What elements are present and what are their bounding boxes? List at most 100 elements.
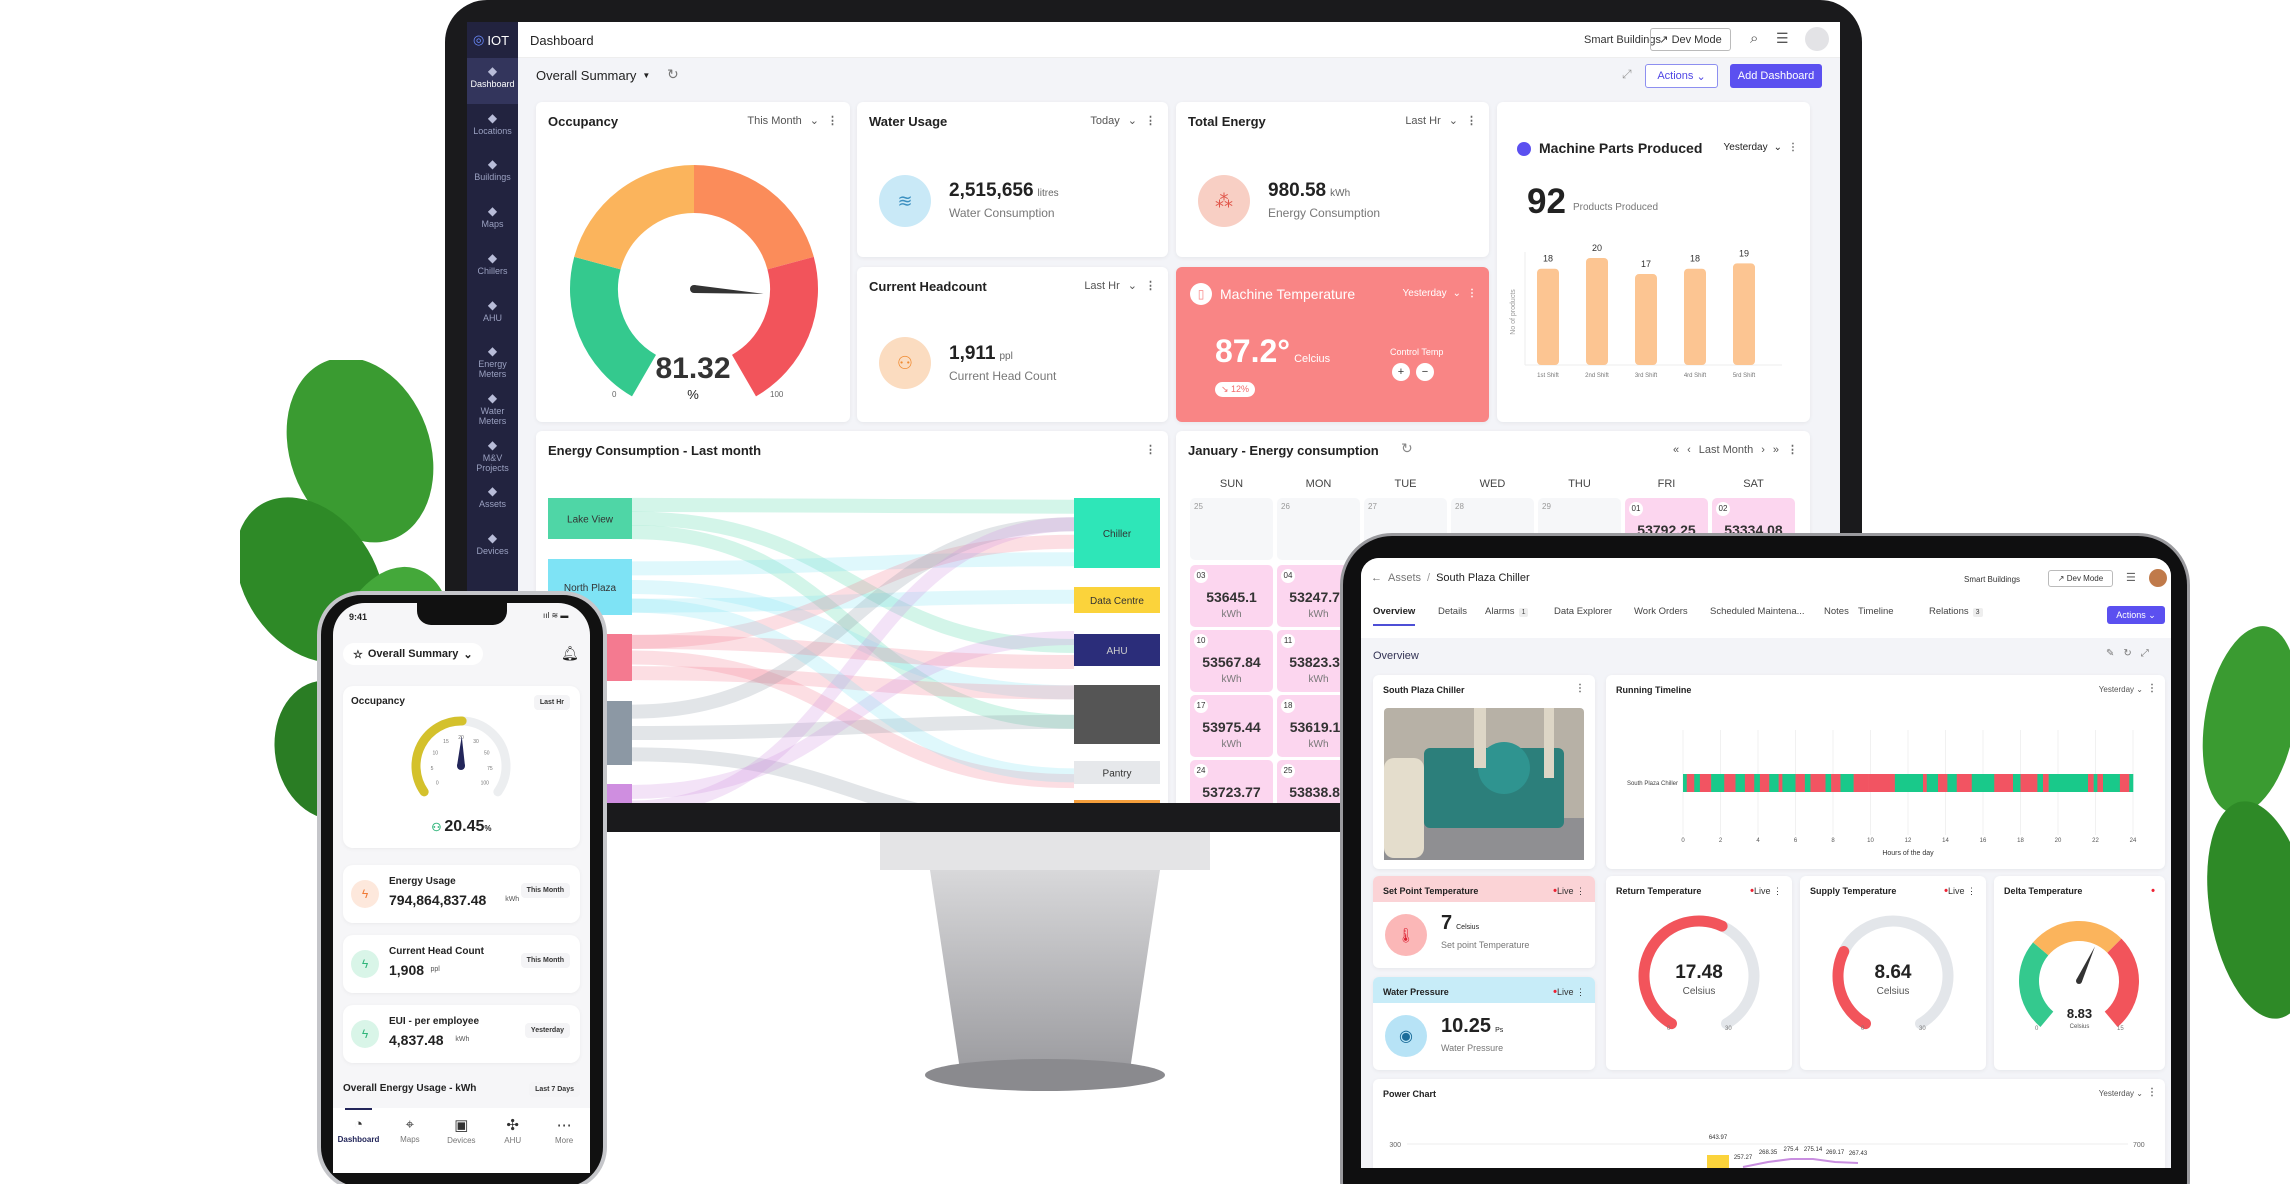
sidebar-item-m-v-projects[interactable]: ◆ M&V Projects xyxy=(467,432,518,478)
tab-label: Relations xyxy=(1929,606,1969,617)
pressure-value: 10.25 xyxy=(1441,1015,1492,1037)
actions-button[interactable]: Actions ⌄ xyxy=(2107,606,2165,624)
sidebar-item-water-meters[interactable]: ◆ Water Meters xyxy=(467,385,518,431)
period-pill[interactable]: Yesterday xyxy=(524,1023,570,1038)
last-page-icon[interactable]: » xyxy=(1773,444,1779,456)
tab-notes[interactable]: Notes xyxy=(1824,606,1849,617)
day-energy-value: 53975.44 xyxy=(1202,719,1261,735)
period-dropdown[interactable]: Today xyxy=(1090,115,1119,127)
calendar-day-cell[interactable]: 2453723.77kWh xyxy=(1190,760,1273,803)
more-icon[interactable]: ⋮ xyxy=(1467,288,1477,299)
summary-dropdown[interactable]: ☆ Overall Summary ⌄ xyxy=(343,643,483,665)
bell-icon[interactable]: 🔔︎ xyxy=(561,645,579,662)
nav-more[interactable]: ⋯ More xyxy=(539,1116,590,1145)
timeline-segment xyxy=(1947,774,1958,792)
timeline-segment xyxy=(1754,774,1761,792)
sidebar-item-assets[interactable]: ◆ Assets xyxy=(467,478,518,524)
dev-mode-button[interactable]: ↗ Dev Mode xyxy=(2048,570,2113,587)
phone-metric-card[interactable]: ϟ EUI - per employee 4,837.48 kWh Yesterday xyxy=(343,1005,580,1063)
first-page-icon[interactable]: « xyxy=(1673,444,1679,456)
tab-alarms[interactable]: Alarms 1 xyxy=(1485,606,1529,617)
period-pill[interactable]: Last 7 Days xyxy=(529,1082,580,1097)
sidebar-item-maps[interactable]: ◆ Maps xyxy=(467,198,518,244)
search-icon[interactable]: ⌕ xyxy=(1750,30,1758,47)
refresh-icon[interactable]: ↻ xyxy=(1401,440,1413,457)
calendar-day-cell[interactable]: 25 xyxy=(1190,498,1273,560)
actions-label: Actions xyxy=(2116,610,2146,620)
phone-metric-card[interactable]: ϟ Energy Usage 794,864,837.48 kWh This Month xyxy=(343,865,580,923)
thermometer-icon: ▯ xyxy=(1190,283,1212,305)
period-pill[interactable]: This Month xyxy=(520,883,570,898)
day-number: 25 xyxy=(1281,764,1295,778)
more-icon[interactable]: ⋮ xyxy=(1787,443,1798,456)
bar-data-label: 18 xyxy=(1690,254,1700,264)
org-switcher[interactable]: Smart Buildings xyxy=(1964,575,2020,584)
decrease-temp-button[interactable]: − xyxy=(1416,363,1434,381)
calendar-day-cell[interactable]: 26 xyxy=(1277,498,1360,560)
gauge-min: 0 xyxy=(1667,1026,1671,1032)
tab-overview[interactable]: Overview xyxy=(1373,606,1416,626)
refresh-icon[interactable]: ↻ xyxy=(667,66,679,83)
sidebar-item-energy-meters[interactable]: ◆ Energy Meters xyxy=(467,338,518,384)
expand-icon[interactable]: ⤢ xyxy=(1622,67,1632,82)
nav-ahu[interactable]: ✣ AHU xyxy=(487,1116,538,1145)
summary-dropdown[interactable]: Overall Summary ▼ xyxy=(536,68,650,84)
avatar[interactable] xyxy=(2149,569,2167,587)
settings-sliders-icon[interactable]: ☰ xyxy=(1776,30,1789,47)
metric-unit: kWh xyxy=(455,1036,470,1043)
back-arrow-icon[interactable]: ← xyxy=(1371,572,1382,584)
nav-devices[interactable]: ▣ Devices xyxy=(436,1116,487,1145)
edit-icon[interactable]: ✎ xyxy=(2106,648,2114,659)
actions-button[interactable]: Actions ⌄ xyxy=(1645,64,1718,88)
settings-sliders-icon[interactable]: ☰ xyxy=(2126,571,2136,584)
calendar-day-cell[interactable]: 10 53567.84 kWh xyxy=(1190,630,1273,692)
timeline-segment xyxy=(1825,774,1832,792)
app-logo[interactable]: ◎ IOT xyxy=(473,32,509,48)
phone-metric-card[interactable]: ϟ Current Head Count 1,908 ppl This Month xyxy=(343,935,580,993)
tab-timeline[interactable]: Timeline xyxy=(1858,606,1894,617)
more-icon[interactable]: ⋮ xyxy=(1575,683,1585,694)
avatar[interactable] xyxy=(1805,27,1829,51)
x-tick-label: 16 xyxy=(1980,838,1987,844)
dev-mode-label: Dev Mode xyxy=(2066,574,2104,583)
headcount-value: 1,911 xyxy=(949,343,996,364)
breadcrumb-parent[interactable]: Assets xyxy=(1388,572,1421,584)
gauge-tick-label: 0 xyxy=(436,781,439,787)
next-icon[interactable]: › xyxy=(1761,444,1765,456)
dev-mode-button[interactable]: ↗ Dev Mode xyxy=(1650,28,1731,51)
refresh-icon[interactable]: ↻ xyxy=(2123,648,2131,659)
sidebar-item-locations[interactable]: ◆ Locations xyxy=(467,105,518,151)
tab-work-orders[interactable]: Work Orders xyxy=(1634,606,1688,617)
sidebar-item-label: Devices xyxy=(476,546,509,556)
calendar-day-cell[interactable]: 17 53975.44 kWh xyxy=(1190,695,1273,757)
tab-data-explorer[interactable]: Data Explorer xyxy=(1554,606,1612,617)
tab-details[interactable]: Details xyxy=(1438,606,1467,617)
more-icon[interactable]: ⋮ xyxy=(1145,114,1156,127)
prev-icon[interactable]: ‹ xyxy=(1687,444,1691,456)
calendar-day-cell[interactable]: 03 53645.1 kWh xyxy=(1190,565,1273,627)
tab-scheduled-maintena-[interactable]: Scheduled Maintena... xyxy=(1710,606,1805,617)
nav-maps[interactable]: ⌖ Maps xyxy=(384,1116,435,1144)
tab-label: Scheduled Maintena... xyxy=(1710,606,1805,617)
tab-relations[interactable]: Relations 3 xyxy=(1929,606,1983,617)
period-dropdown[interactable]: Yesterday xyxy=(1403,288,1447,299)
more-icon[interactable]: ⋮ xyxy=(1145,279,1156,292)
water-meter-icon: ◆ xyxy=(487,390,498,405)
x-tick-label: 0 xyxy=(1681,838,1685,844)
timeline-segment xyxy=(1894,774,1924,792)
monitor-stand xyxy=(880,820,1210,1091)
expand-icon[interactable]: ⤢ xyxy=(2141,648,2149,659)
period-dropdown[interactable]: Last Hr xyxy=(1084,280,1119,292)
timeline-segment xyxy=(1840,774,1854,792)
sidebar-item-ahu[interactable]: ◆ AHU xyxy=(467,292,518,338)
period-pill[interactable]: This Month xyxy=(520,953,570,968)
sidebar-item-dashboard[interactable]: ◆ Dashboard xyxy=(467,58,518,104)
sidebar-item-devices[interactable]: ◆ Devices xyxy=(467,525,518,571)
nav-dashboard[interactable]: ◔ Dashboard xyxy=(333,1116,384,1144)
increase-temp-button[interactable]: + xyxy=(1392,363,1410,381)
more-icon[interactable]: ⋮ xyxy=(1466,114,1477,127)
sidebar-item-chillers[interactable]: ◆ Chillers xyxy=(467,245,518,291)
sidebar-item-buildings[interactable]: ◆ Buildings xyxy=(467,151,518,197)
add-dashboard-button[interactable]: Add Dashboard xyxy=(1730,64,1822,88)
period-dropdown[interactable]: Last Hr xyxy=(1405,115,1440,127)
